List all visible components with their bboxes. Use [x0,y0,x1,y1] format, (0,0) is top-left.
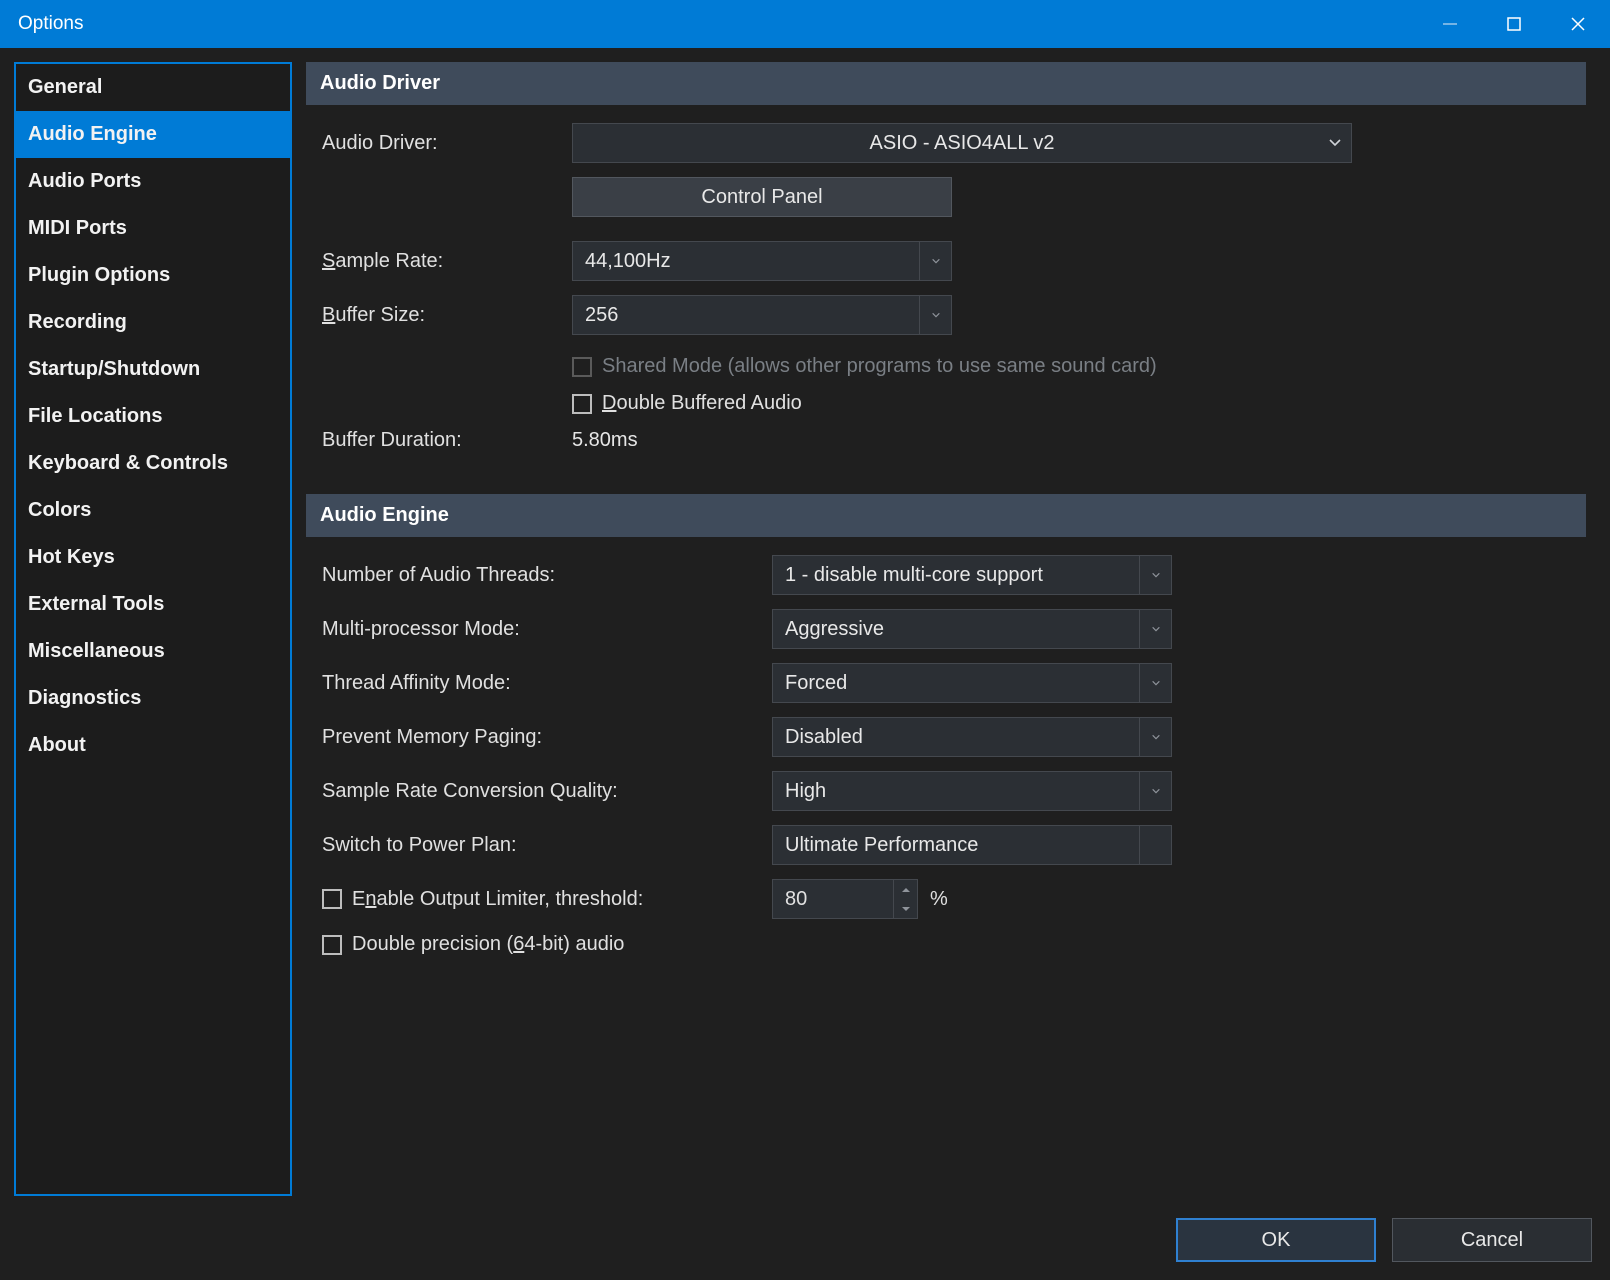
buffer-duration-value: 5.80ms [572,429,638,452]
chevron-down-icon [1139,664,1171,702]
sidebar-item-external-tools[interactable]: External Tools [16,581,290,628]
main-panel: Audio Driver Audio Driver: ASIO - ASIO4A… [306,62,1596,1196]
affinity-label: Thread Affinity Mode: [322,672,772,695]
mp-mode-select[interactable]: Aggressive [772,609,1172,649]
sidebar-item-keyboard-controls[interactable]: Keyboard & Controls [16,440,290,487]
sidebar-item-miscellaneous[interactable]: Miscellaneous [16,628,290,675]
paging-select[interactable]: Disabled [772,717,1172,757]
sample-rate-value: 44,100Hz [585,250,671,273]
threads-select[interactable]: 1 - disable multi-core support [772,555,1172,595]
double-buffered-label: Double Buffered Audio [602,392,802,415]
affinity-value: Forced [785,672,847,695]
power-plan-label: Switch to Power Plan: [322,834,772,857]
sidebar-item-diagnostics[interactable]: Diagnostics [16,675,290,722]
chevron-down-icon [1139,772,1171,810]
src-quality-value: High [785,780,826,803]
double-buffered-checkbox[interactable] [572,394,592,414]
mp-mode-value: Aggressive [785,618,884,641]
titlebar: Options [0,0,1610,48]
buffer-duration-label: Buffer Duration: [322,429,572,452]
shared-mode-checkbox [572,357,592,377]
threads-label: Number of Audio Threads: [322,564,772,587]
chevron-down-icon [1139,826,1171,864]
section-header-audio-engine: Audio Engine [306,494,1586,537]
paging-label: Prevent Memory Paging: [322,726,772,749]
options-window: Options General Audio Engine Audio Ports… [0,0,1610,1280]
chevron-down-icon [1329,137,1341,149]
sidebar-item-general[interactable]: General [16,64,290,111]
sidebar-item-about[interactable]: About [16,722,290,769]
maximize-button[interactable] [1482,0,1546,48]
window-title: Options [18,13,1418,35]
audio-driver-select[interactable]: ASIO - ASIO4ALL v2 [572,123,1352,163]
buffer-size-select[interactable]: 256 [572,295,952,335]
buffer-size-value: 256 [585,304,618,327]
cancel-button[interactable]: Cancel [1392,1218,1592,1262]
sidebar-item-file-locations[interactable]: File Locations [16,393,290,440]
sample-rate-select[interactable]: 44,100Hz [572,241,952,281]
affinity-select[interactable]: Forced [772,663,1172,703]
sidebar: General Audio Engine Audio Ports MIDI Po… [14,62,292,1196]
sidebar-item-midi-ports[interactable]: MIDI Ports [16,205,290,252]
chevron-down-icon [1139,610,1171,648]
limiter-threshold-value: 80 [773,880,893,918]
minimize-button[interactable] [1418,0,1482,48]
chevron-down-icon [1139,718,1171,756]
shared-mode-label: Shared Mode (allows other programs to us… [602,355,1157,378]
spinner-down-icon[interactable] [894,899,917,918]
sidebar-item-audio-ports[interactable]: Audio Ports [16,158,290,205]
limiter-unit: % [930,888,948,911]
ok-button[interactable]: OK [1176,1218,1376,1262]
buffer-size-label: Buffer Size: [322,304,572,327]
audio-driver-label: Audio Driver: [322,132,572,155]
output-limiter-checkbox[interactable] [322,889,342,909]
double-precision-label: Double precision (64-bit) audio [352,933,624,956]
threads-value: 1 - disable multi-core support [785,564,1043,587]
src-quality-label: Sample Rate Conversion Quality: [322,780,772,803]
spinner-arrows[interactable] [893,880,917,918]
section-audio-driver: Audio Driver: ASIO - ASIO4ALL v2 Control… [306,123,1586,494]
power-plan-select[interactable]: Ultimate Performance [772,825,1172,865]
chevron-down-icon [919,242,951,280]
mp-mode-label: Multi-processor Mode: [322,618,772,641]
sidebar-item-colors[interactable]: Colors [16,487,290,534]
sidebar-item-plugin-options[interactable]: Plugin Options [16,252,290,299]
sample-rate-label: Sample Rate: [322,250,572,273]
power-plan-value: Ultimate Performance [785,834,978,857]
sidebar-item-audio-engine[interactable]: Audio Engine [16,111,290,158]
sidebar-item-startup-shutdown[interactable]: Startup/Shutdown [16,346,290,393]
section-audio-engine: Number of Audio Threads: 1 - disable mul… [306,555,1586,998]
close-button[interactable] [1546,0,1610,48]
footer: OK Cancel [0,1210,1610,1280]
content-area: General Audio Engine Audio Ports MIDI Po… [0,48,1610,1210]
chevron-down-icon [919,296,951,334]
paging-value: Disabled [785,726,863,749]
sidebar-item-hot-keys[interactable]: Hot Keys [16,534,290,581]
limiter-threshold-input[interactable]: 80 [772,879,918,919]
src-quality-select[interactable]: High [772,771,1172,811]
double-precision-checkbox[interactable] [322,935,342,955]
chevron-down-icon [1139,556,1171,594]
section-header-audio-driver: Audio Driver [306,62,1586,105]
sidebar-item-recording[interactable]: Recording [16,299,290,346]
audio-driver-value: ASIO - ASIO4ALL v2 [870,132,1055,155]
output-limiter-label: Enable Output Limiter, threshold: [352,888,643,911]
spinner-up-icon[interactable] [894,880,917,899]
control-panel-button[interactable]: Control Panel [572,177,952,217]
